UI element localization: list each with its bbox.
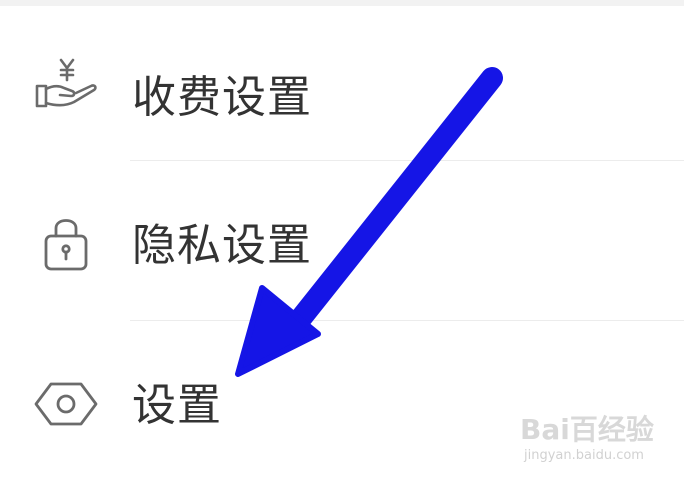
baidu-jingyan-watermark: Bai百经验 jingyan.baidu.com <box>520 408 680 474</box>
watermark-brand: Bai百经验 <box>520 413 654 446</box>
divider <box>130 160 684 161</box>
menu-item-label: 设置 <box>132 380 222 431</box>
watermark-url: jingyan.baidu.com <box>524 448 644 463</box>
top-edge-bar <box>0 0 684 6</box>
divider <box>130 320 684 321</box>
lock-icon <box>44 219 88 271</box>
menu-item-label: 隐私设置 <box>132 220 312 271</box>
hand-yen-icon <box>35 58 97 108</box>
menu-item-privacy-settings[interactable]: 隐私设置 <box>0 162 684 312</box>
hexagon-gear-icon <box>34 382 98 426</box>
menu-item-label: 收费设置 <box>132 72 312 123</box>
menu-item-fee-settings[interactable]: 收费设置 <box>0 12 684 162</box>
